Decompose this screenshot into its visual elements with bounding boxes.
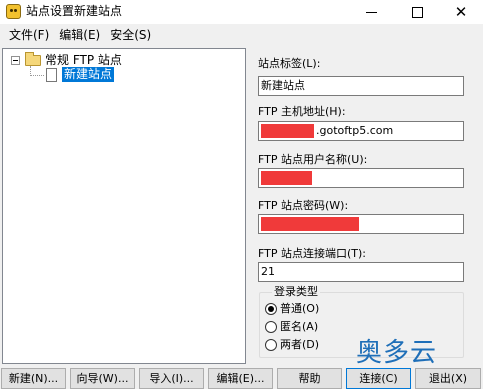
port-input[interactable]: 21 bbox=[258, 262, 464, 282]
tree-item-new-site[interactable]: 新建站点 bbox=[62, 67, 115, 82]
new-button[interactable]: 新建(N)... bbox=[1, 368, 66, 389]
radio-label: 两者(D) bbox=[280, 338, 320, 351]
radio-normal[interactable]: 普通(O) bbox=[265, 302, 319, 316]
close-button[interactable]: ✕ bbox=[438, 0, 483, 24]
radio-anonymous[interactable]: 匿名(A) bbox=[265, 320, 318, 334]
host-label: FTP 主机地址(H): bbox=[258, 105, 346, 118]
site-tag-input[interactable]: 新建站点 bbox=[258, 76, 464, 96]
minimize-icon bbox=[365, 11, 377, 13]
redaction-mark bbox=[261, 124, 314, 138]
login-type-title: 登录类型 bbox=[272, 285, 320, 299]
password-label: FTP 站点密码(W): bbox=[258, 199, 349, 212]
connect-button[interactable]: 连接(C) bbox=[346, 368, 411, 389]
tree-item-general-ftp-sites[interactable]: 常规 FTP 站点 bbox=[45, 52, 122, 68]
wizard-button[interactable]: 向导(W)... bbox=[70, 368, 135, 389]
username-input[interactable] bbox=[258, 168, 464, 188]
site-tag-label: 站点标签(L): bbox=[258, 57, 321, 70]
app-icon bbox=[6, 4, 21, 19]
radio-indicator[interactable] bbox=[265, 303, 277, 315]
menu-file[interactable]: 文件(F) bbox=[4, 25, 54, 45]
redaction-mark bbox=[261, 171, 312, 185]
menu-security[interactable]: 安全(S) bbox=[105, 25, 156, 45]
host-input[interactable]: .gotoftp5.com bbox=[258, 121, 464, 141]
maximize-button[interactable] bbox=[394, 0, 440, 24]
maximize-icon bbox=[411, 6, 423, 18]
collapse-toggle-icon[interactable] bbox=[11, 56, 20, 65]
radio-label: 普通(O) bbox=[280, 302, 320, 315]
window-title: 站点设置新建站点 bbox=[26, 4, 123, 18]
menu-edit[interactable]: 编辑(E) bbox=[54, 25, 105, 45]
menu-bar: 文件(F) 编辑(E) 安全(S) bbox=[0, 24, 483, 46]
folder-icon bbox=[25, 52, 41, 66]
close-icon: ✕ bbox=[454, 3, 468, 21]
radio-both[interactable]: 两者(D) bbox=[265, 338, 319, 352]
minimize-button[interactable] bbox=[348, 0, 394, 24]
host-value-suffix: .gotoftp5.com bbox=[316, 124, 394, 137]
site-tree[interactable]: 常规 FTP 站点 新建站点 bbox=[2, 48, 246, 364]
redaction-mark bbox=[261, 217, 359, 231]
radio-indicator[interactable] bbox=[265, 339, 277, 351]
radio-indicator[interactable] bbox=[265, 321, 277, 333]
help-button[interactable]: 帮助 bbox=[277, 368, 342, 389]
edit-button[interactable]: 编辑(E)... bbox=[208, 368, 273, 389]
password-input[interactable] bbox=[258, 214, 464, 234]
watermark-logo: 奥多云 bbox=[356, 338, 438, 368]
document-icon bbox=[46, 68, 57, 82]
tree-connector bbox=[30, 75, 44, 76]
exit-button[interactable]: 退出(X) bbox=[415, 368, 481, 389]
import-button[interactable]: 导入(I)... bbox=[139, 368, 204, 389]
port-label: FTP 站点连接端口(T): bbox=[258, 247, 366, 260]
username-label: FTP 站点用户名称(U): bbox=[258, 153, 368, 166]
radio-label: 匿名(A) bbox=[280, 320, 319, 333]
